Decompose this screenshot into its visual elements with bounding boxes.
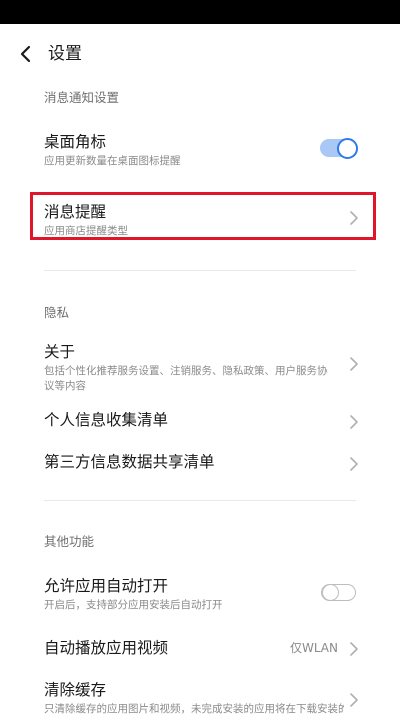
chevron-right-icon — [350, 415, 358, 429]
header: 设置 — [0, 24, 400, 84]
row-third-party-sharing-list[interactable]: 第三方信息数据共享清单 — [0, 446, 400, 482]
row-autoplay-video[interactable]: 自动播放应用视频 仅WLAN — [0, 632, 400, 668]
row-title: 桌面角标 — [44, 133, 107, 151]
row-desktop-badge[interactable]: 桌面角标 应用更新数量在桌面图标提醒 — [0, 124, 400, 174]
row-subtitle: 应用更新数量在桌面图标提醒 — [44, 155, 181, 167]
highlight-box — [30, 192, 376, 240]
row-title: 自动播放应用视频 — [44, 639, 169, 657]
row-title: 清除缓存 — [44, 681, 107, 699]
section-title-other: 其他功能 — [44, 534, 95, 549]
back-button[interactable] — [12, 40, 40, 68]
row-auto-open-apps[interactable]: 允许应用自动打开 开启后，支持部分应用安装后自动打开 — [0, 568, 400, 618]
auto-open-toggle[interactable] — [321, 584, 356, 601]
page-title: 设置 — [48, 44, 82, 64]
row-about[interactable]: 关于 包括个性化推荐服务设置、注销服务、隐私政策、用户服务协议等内容 — [0, 334, 400, 396]
row-personal-info-list[interactable]: 个人信息收集清单 — [0, 404, 400, 440]
chevron-right-icon — [350, 693, 358, 707]
row-title: 关于 — [44, 343, 76, 361]
section-title-notifications: 消息通知设置 — [44, 90, 120, 105]
row-title: 允许应用自动打开 — [44, 577, 169, 595]
row-subtitle: 包括个性化推荐服务设置、注销服务、隐私政策、用户服务协议等内容 — [44, 365, 328, 392]
row-subtitle: 开启后，支持部分应用安装后自动打开 — [44, 599, 223, 611]
status-bar — [0, 0, 400, 24]
toggle-knob — [322, 584, 339, 601]
toggle-knob — [337, 137, 358, 159]
chevron-right-icon — [350, 642, 358, 656]
section-title-privacy: 隐私 — [44, 305, 70, 320]
chevron-right-icon — [350, 357, 358, 371]
autoplay-value: 仅WLAN — [289, 641, 338, 655]
section-divider — [44, 270, 356, 271]
row-title: 个人信息收集清单 — [44, 411, 169, 429]
row-clear-cache[interactable]: 清除缓存 只清除缓存的应用图片和视频，未完成安装的应用将在下载安装的 — [0, 676, 400, 715]
desktop-badge-toggle[interactable] — [320, 137, 358, 159]
row-title: 第三方信息数据共享清单 — [44, 453, 215, 471]
chevron-right-icon — [350, 457, 358, 471]
section-divider — [44, 500, 356, 501]
back-arrow-icon — [20, 45, 31, 63]
